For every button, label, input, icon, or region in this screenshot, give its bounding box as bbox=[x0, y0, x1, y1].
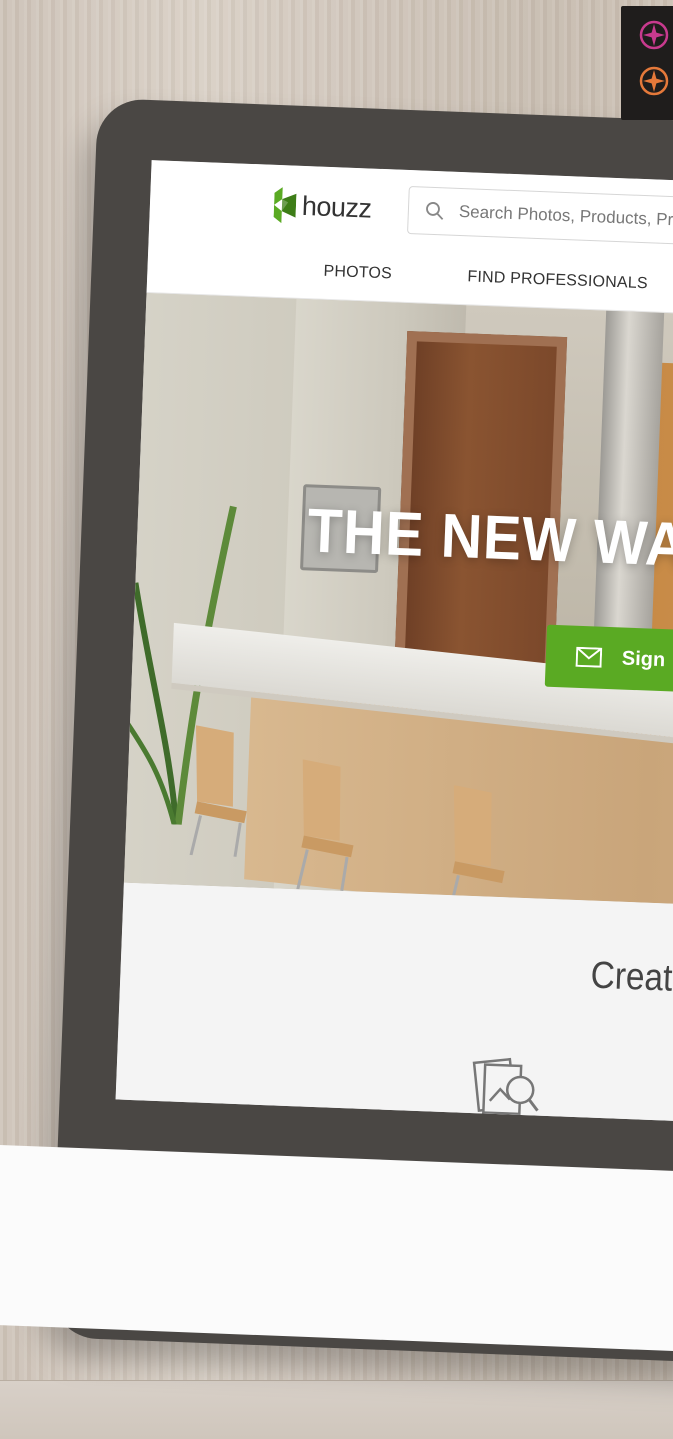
app-badge[interactable] bbox=[621, 6, 673, 120]
search-placeholder: Search Photos, Products, Pros bbox=[458, 201, 673, 230]
tablet-device: houzz Search Photos, Products, Pros PHOT… bbox=[0, 98, 673, 1372]
nav-photos[interactable]: PHOTOS bbox=[323, 263, 392, 284]
signup-label: Sign bbox=[621, 647, 666, 671]
ideabook-icon bbox=[472, 1057, 539, 1116]
tablet-screen: houzz Search Photos, Products, Pros PHOT… bbox=[115, 160, 673, 1133]
feature-section: Create th bbox=[115, 882, 673, 1133]
search-input[interactable]: Search Photos, Products, Pros bbox=[407, 185, 673, 258]
scene: houzz Search Photos, Products, Pros PHOT… bbox=[0, 0, 673, 1438]
chair-image bbox=[189, 725, 247, 858]
logo-text: houzz bbox=[301, 190, 373, 224]
mail-icon bbox=[575, 646, 603, 668]
compass-icon bbox=[639, 66, 669, 96]
tablet-bezel-bottom bbox=[0, 1143, 673, 1362]
chair-image bbox=[296, 759, 354, 892]
hero-banner: THE NEW WA Sign bbox=[123, 293, 673, 916]
compass-icon bbox=[639, 20, 669, 50]
houzz-logo-mark-icon bbox=[273, 187, 297, 224]
houzz-logo[interactable]: houzz bbox=[273, 187, 372, 227]
feature-headline: Create th bbox=[589, 954, 673, 1002]
nav-find-professionals[interactable]: FIND PROFESSIONALS bbox=[467, 268, 648, 293]
search-icon bbox=[425, 201, 446, 222]
hero-title: THE NEW WA bbox=[306, 496, 673, 580]
